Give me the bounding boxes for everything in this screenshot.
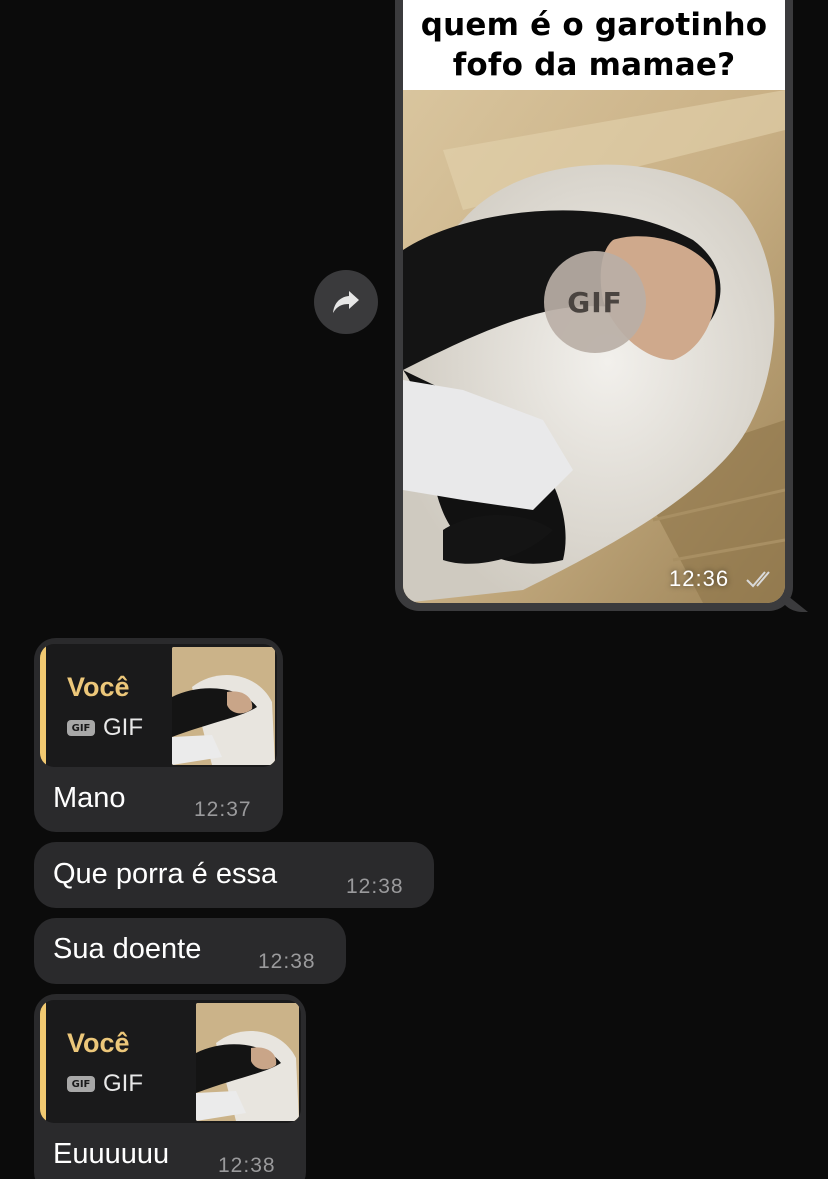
message-text: Sua doente: [53, 933, 202, 965]
message-time: 12:36: [669, 566, 730, 591]
incoming-reply-bubble[interactable]: Você GIF GIF Euuuuuu 12:38: [34, 994, 306, 1179]
message-time: 12:38: [258, 950, 316, 973]
forward-arrow-icon: [333, 291, 359, 313]
message-time: 12:38: [346, 875, 404, 898]
forward-button[interactable]: [314, 270, 378, 334]
message-time: 12:38: [218, 1154, 276, 1177]
reply-gif-label: GIF: [103, 714, 143, 741]
gif-chip-icon: GIF: [67, 1076, 95, 1092]
reply-thumbnail: [172, 647, 275, 765]
meme-caption: quem é o garotinho fofo da mamae?: [403, 0, 785, 90]
incoming-text-bubble[interactable]: Sua doente 12:38: [34, 918, 346, 984]
reply-gif-label: GIF: [103, 1070, 143, 1097]
reply-gif-row: GIF GIF: [67, 1070, 143, 1098]
quoted-reply[interactable]: Você GIF GIF: [40, 1000, 301, 1123]
quoted-reply[interactable]: Você GIF GIF: [40, 644, 277, 767]
incoming-reply-bubble[interactable]: Você GIF GIF Mano 12:37: [34, 638, 283, 832]
message-text: Mano: [53, 782, 126, 814]
message-text: Que porra é essa: [53, 858, 278, 890]
gif-chip-icon: GIF: [67, 720, 95, 736]
message-time: 12:37: [194, 798, 252, 821]
reply-accent-bar: [40, 1000, 46, 1123]
message-text: Euuuuuu: [53, 1138, 170, 1170]
reply-author: Você: [67, 1028, 130, 1058]
double-check-icon: [746, 571, 770, 588]
reply-gif-row: GIF GIF: [67, 714, 143, 742]
incoming-text-bubble[interactable]: Que porra é essa 12:38: [34, 842, 434, 908]
reply-author: Você: [67, 672, 130, 702]
reply-thumbnail: [196, 1003, 299, 1121]
reply-accent-bar: [40, 644, 46, 767]
chat-screen: quem é o garotinho fofo da mamae? GIF 12…: [0, 0, 828, 1179]
gif-play-badge[interactable]: GIF: [544, 251, 646, 353]
